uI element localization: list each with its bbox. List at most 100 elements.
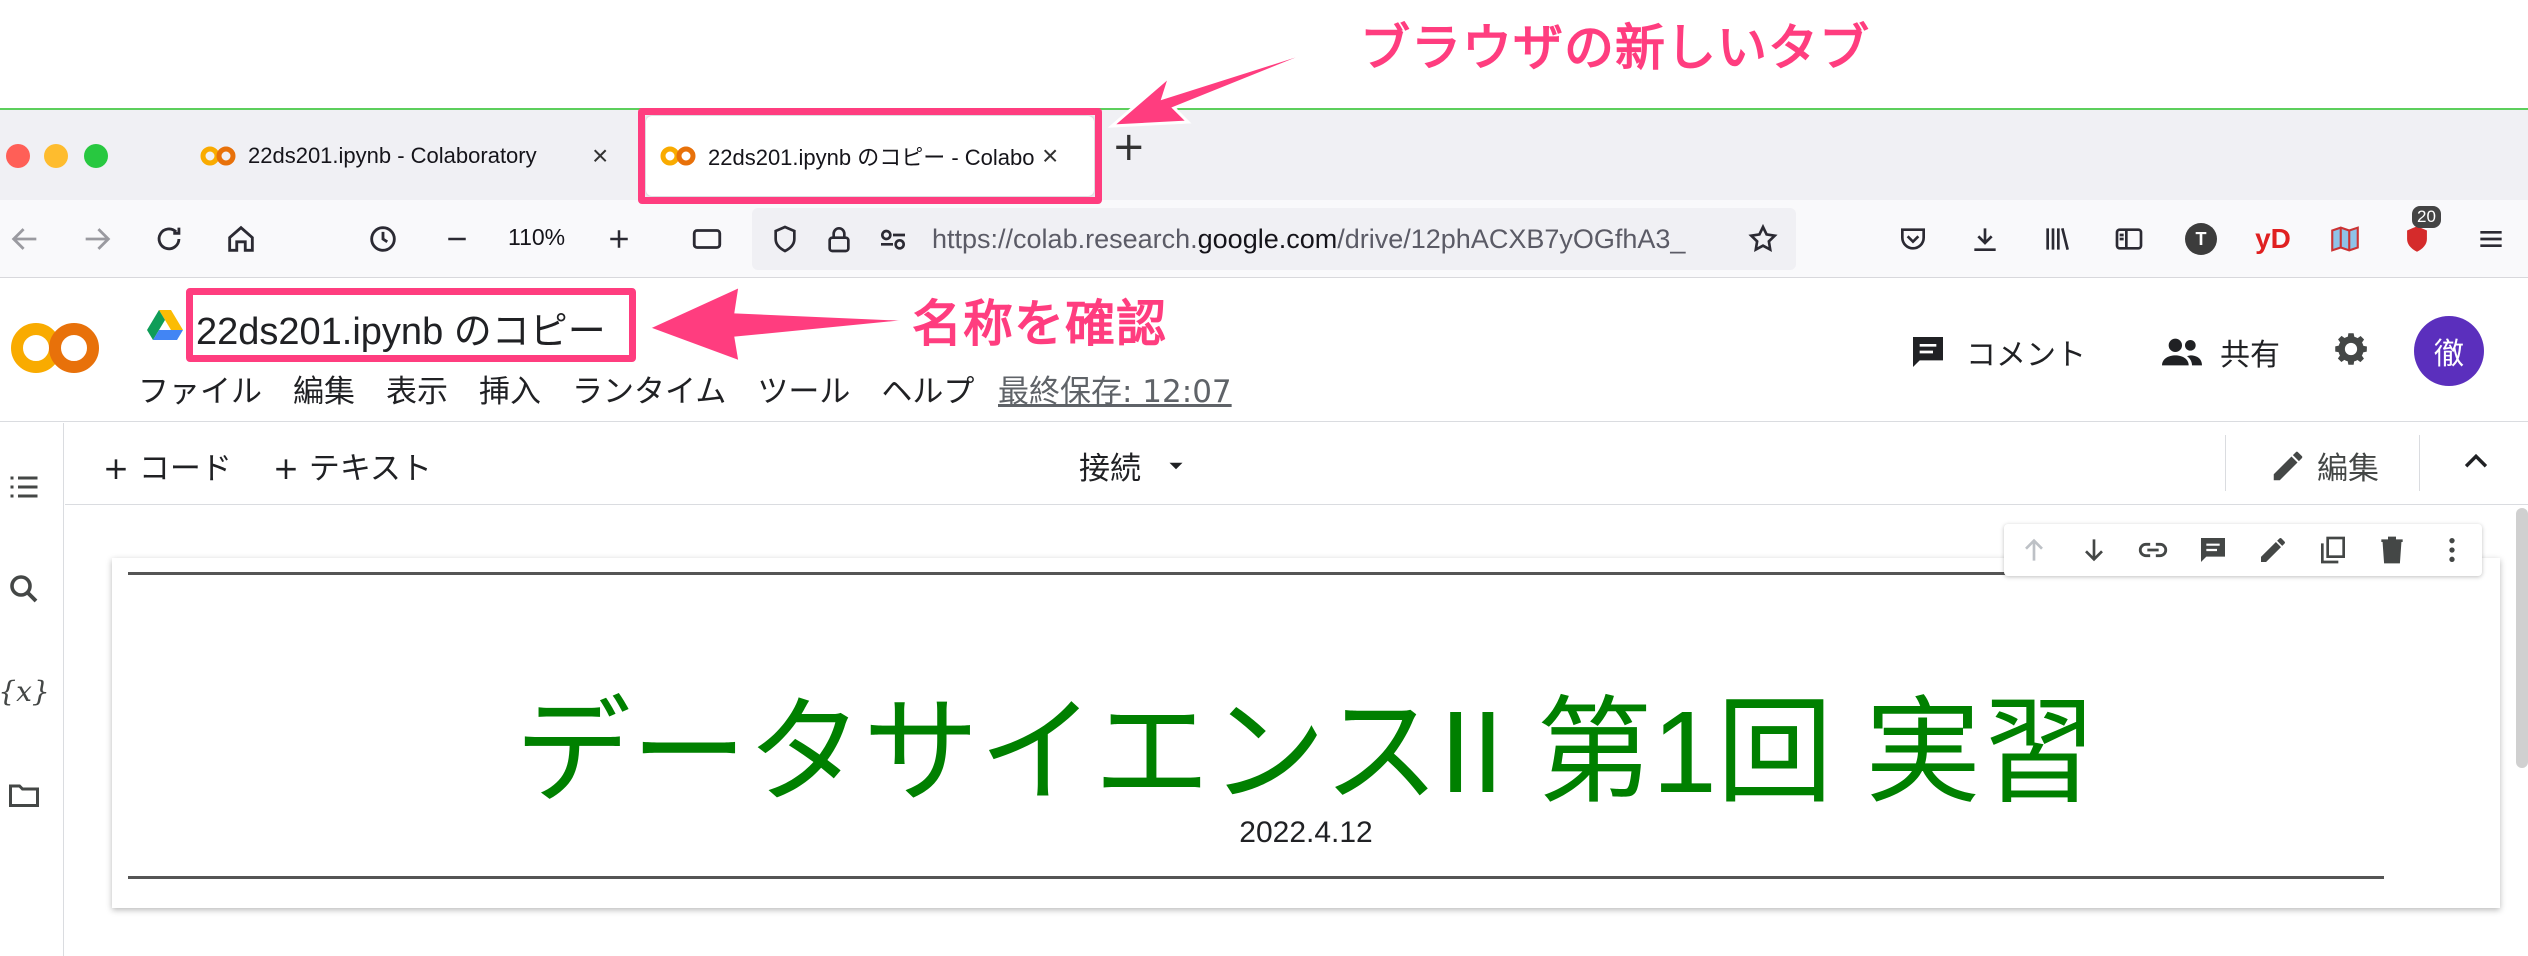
tab-title: 22ds201.ipynb のコピー - Colabo	[708, 145, 1035, 170]
back-arrow-icon[interactable]	[4, 218, 46, 260]
library-icon[interactable]	[2036, 218, 2078, 260]
comment-icon[interactable]	[2183, 524, 2243, 576]
zoom-out-icon[interactable]	[436, 218, 478, 260]
browser-tab-bar: 22ds201.ipynb - Colaboratory × 22ds201.i…	[0, 108, 2528, 200]
left-side-rail: {x}	[0, 423, 64, 956]
url-bar[interactable]: https://colab.research.google.com/drive/…	[752, 208, 1796, 270]
menu-runtime[interactable]: ランタイム	[572, 366, 726, 411]
colab-favicon-icon	[660, 146, 696, 166]
colab-logo-icon[interactable]	[8, 316, 102, 380]
add-code-cell-button[interactable]: + コード	[103, 443, 232, 488]
caret-down-icon	[1169, 462, 1183, 469]
comment-icon	[1913, 337, 1943, 367]
menu-view[interactable]: 表示	[386, 366, 448, 411]
url-text[interactable]: https://colab.research.google.com/drive/…	[932, 224, 1692, 255]
url-prefix: https://colab.research.	[932, 224, 1198, 254]
annotation-strip	[0, 0, 2528, 108]
window-close-button[interactable]	[6, 144, 30, 168]
toolbar-divider	[2419, 435, 2420, 491]
move-up-icon[interactable]	[2004, 524, 2064, 576]
browser-tab-copy[interactable]: 22ds201.ipynb のコピー - Colabo ×	[646, 116, 1094, 196]
google-drive-icon[interactable]	[146, 308, 184, 342]
window-zoom-button[interactable]	[84, 144, 108, 168]
variables-icon[interactable]: {x}	[0, 671, 50, 711]
notebook-toolbar: + コード + テキスト 接続 編集	[65, 423, 2528, 505]
zoom-in-icon[interactable]	[598, 218, 640, 260]
folder-icon[interactable]	[4, 775, 44, 815]
hamburger-menu-icon[interactable]	[2470, 218, 2512, 260]
colab-favicon-icon	[200, 146, 236, 166]
mirror-cell-icon[interactable]	[2303, 524, 2363, 576]
tab-close-icon[interactable]: ×	[1042, 140, 1058, 172]
menu-insert[interactable]: 挿入	[479, 366, 541, 411]
bookmark-star-icon[interactable]	[1742, 218, 1784, 260]
tab-close-icon[interactable]: ×	[592, 140, 608, 172]
delete-trash-icon[interactable]	[2363, 524, 2423, 576]
annotation-name-check-label: 名称を確認	[912, 295, 1167, 353]
extension-t-icon[interactable]: T	[2180, 218, 2222, 260]
menu-help[interactable]: ヘルプ	[881, 366, 974, 411]
menu-edit[interactable]: 編集	[293, 366, 355, 411]
settings-button[interactable]	[2330, 328, 2372, 370]
add-text-cell-button[interactable]: + テキスト	[273, 443, 432, 488]
annotation-new-tab-label: ブラウザの新しいタブ	[1360, 19, 1870, 77]
forward-arrow-icon[interactable]	[76, 218, 118, 260]
reload-icon[interactable]	[148, 218, 190, 260]
share-button[interactable]: 共有	[2160, 330, 2280, 374]
text-cell[interactable]: データサイエンスII 第1回 実習 2022.4.12	[112, 558, 2500, 908]
edit-pencil-icon[interactable]	[2243, 524, 2303, 576]
browser-tab-original[interactable]: 22ds201.ipynb - Colaboratory ×	[200, 116, 620, 196]
reader-view-icon[interactable]	[686, 218, 728, 260]
comment-button[interactable]: コメント	[1908, 330, 2086, 374]
last-saved-link[interactable]: 最終保存: 12:07	[998, 366, 1232, 411]
sidebar-toggle-icon[interactable]	[2108, 218, 2150, 260]
chevron-up-icon	[2464, 453, 2488, 468]
permissions-icon[interactable]	[872, 218, 914, 260]
new-tab-button[interactable]: +	[1112, 124, 1146, 170]
search-icon[interactable]	[4, 569, 44, 609]
extension-t-label: T	[2185, 223, 2217, 255]
gear-icon	[2335, 333, 2367, 365]
people-icon	[2162, 338, 2202, 366]
url-domain: google.com	[1197, 224, 1338, 254]
tracking-shield-icon[interactable]	[764, 218, 806, 260]
url-path: /drive/12phACXB7yOGfhA3_	[1337, 224, 1686, 254]
extension-yd-icon[interactable]: yD	[2252, 218, 2294, 260]
window-minimize-button[interactable]	[44, 144, 68, 168]
connect-label: 接続	[1079, 451, 1141, 487]
browser-nav-bar: 110% https://colab.research.google.com/d…	[0, 200, 2528, 278]
collapse-header-button[interactable]	[2459, 445, 2493, 487]
connect-button[interactable]: 接続	[1079, 443, 1189, 488]
colab-menu-bar: ファイル 編集 表示 挿入 ランタイム ツール ヘルプ	[138, 366, 1005, 411]
pencil-icon	[2273, 451, 2303, 480]
cell-heading: データサイエンスII 第1回 実習	[515, 687, 2097, 817]
edit-label: 編集	[2317, 451, 2379, 487]
extension-badge-count: 20	[2412, 206, 2441, 228]
menu-file[interactable]: ファイル	[138, 366, 262, 411]
horizontal-rule	[128, 876, 2384, 879]
cell-date: 2022.4.12	[1239, 816, 1373, 849]
extension-map-icon[interactable]	[2324, 218, 2366, 260]
share-label: 共有	[2220, 338, 2280, 373]
zoom-level[interactable]: 110%	[508, 224, 565, 251]
notebook-scrollbar[interactable]	[2516, 508, 2528, 768]
user-avatar[interactable]: 徹	[2414, 316, 2484, 386]
download-icon[interactable]	[1964, 218, 2006, 260]
home-icon[interactable]	[220, 218, 262, 260]
notebook-title[interactable]: 22ds201.ipynb のコピー	[196, 300, 606, 355]
more-vert-icon[interactable]	[2422, 524, 2482, 576]
comment-label: コメント	[1966, 338, 2086, 373]
menu-tools[interactable]: ツール	[757, 366, 850, 411]
move-down-icon[interactable]	[2064, 524, 2124, 576]
tab-title: 22ds201.ipynb - Colaboratory	[248, 143, 537, 168]
edit-mode-button[interactable]: 編集	[2269, 443, 2379, 488]
link-icon[interactable]	[2124, 524, 2184, 576]
colab-header: 22ds201.ipynb のコピー ファイル 編集 表示 挿入 ランタイム ツ…	[0, 278, 2528, 422]
history-clock-icon[interactable]	[362, 218, 404, 260]
toolbar-divider	[2225, 435, 2226, 491]
pocket-icon[interactable]	[1892, 218, 1934, 260]
extension-yd-label: yD	[2255, 223, 2291, 254]
lock-icon[interactable]	[818, 218, 860, 260]
cell-toolbar	[2004, 524, 2482, 576]
table-of-contents-icon[interactable]	[4, 467, 44, 507]
